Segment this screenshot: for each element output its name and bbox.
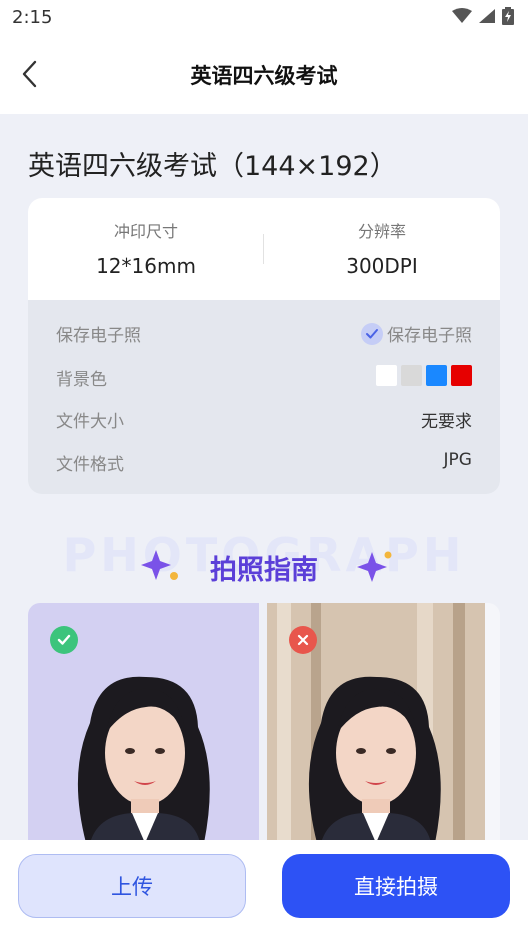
print-size-value: 12*16mm [96, 254, 196, 278]
shoot-button[interactable]: 直接拍摄 [282, 854, 510, 918]
battery-icon [502, 7, 514, 25]
swatch-blue[interactable] [426, 365, 447, 386]
check-circle-icon [361, 322, 383, 345]
status-icons [452, 7, 514, 25]
save-photo-label: 保存电子照 [56, 326, 141, 346]
page-title: 英语四六级考试 [190, 64, 338, 88]
resolution-value: 300DPI [346, 254, 418, 278]
swatch-white[interactable] [376, 365, 397, 386]
save-photo-row: 保存电子照 保存电子照 [56, 321, 472, 347]
resolution: 分辨率 300DPI [264, 198, 500, 300]
file-format-value: JPG [443, 450, 472, 470]
photo-edge [485, 603, 500, 843]
check-icon [50, 626, 78, 654]
spec-title: 英语四六级考试（144×192） [28, 151, 397, 182]
close-icon [289, 626, 317, 654]
file-size-value: 无要求 [421, 412, 472, 432]
resolution-label: 分辨率 [357, 222, 406, 241]
guide-title: 拍照指南 [210, 555, 318, 586]
print-size-label: 冲印尺寸 [113, 222, 178, 241]
file-format-row: 文件格式 JPG [56, 450, 472, 476]
spec-card: 冲印尺寸 12*16mm 分辨率 300DPI 保存电子照 保存电子照 背景色 … [28, 198, 500, 494]
sparkle-icon [350, 546, 394, 590]
good-example-photo [28, 603, 259, 843]
background-label: 背景色 [56, 370, 107, 390]
status-bar: 2:15 [0, 0, 528, 36]
app-header: 英语四六级考试 [0, 36, 528, 114]
spec-summary: 冲印尺寸 12*16mm 分辨率 300DPI [28, 198, 500, 300]
bad-example-photo [267, 603, 485, 843]
upload-button[interactable]: 上传 [18, 854, 246, 918]
status-time: 2:15 [12, 7, 53, 28]
background-swatches [376, 365, 472, 386]
bottom-action-bar: 上传 直接拍摄 [0, 840, 528, 939]
wifi-icon [452, 8, 472, 23]
background-row: 背景色 [56, 365, 472, 391]
file-size-row: 文件大小 无要求 [56, 407, 472, 433]
signal-icon [479, 9, 495, 23]
save-photo-value: 保存电子照 [387, 326, 472, 346]
save-photo-option[interactable]: 保存电子照 [361, 321, 472, 346]
print-size: 冲印尺寸 12*16mm [28, 198, 264, 300]
file-format-label: 文件格式 [56, 455, 124, 475]
file-size-label: 文件大小 [56, 412, 124, 432]
swatch-red[interactable] [451, 365, 472, 386]
swatch-gray[interactable] [401, 365, 422, 386]
